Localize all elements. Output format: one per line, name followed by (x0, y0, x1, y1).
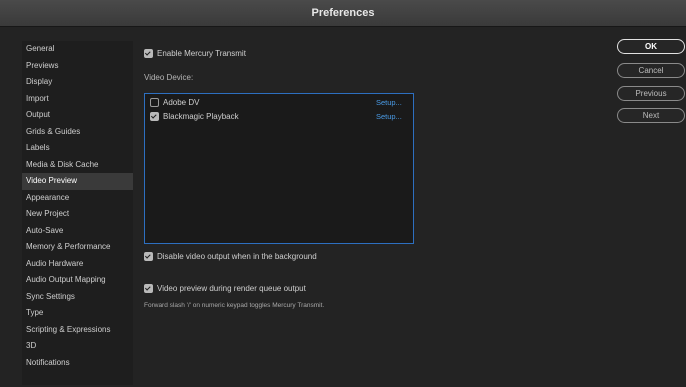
disable-background-checkbox[interactable] (144, 252, 153, 261)
blackmagic-playback-setup-link[interactable]: Setup... (376, 112, 402, 121)
mercury-transmit-note: Forward slash '/' on numeric keypad togg… (144, 302, 325, 309)
next-button[interactable]: Next (617, 108, 685, 123)
sidebar-item-display[interactable]: Display (22, 74, 133, 91)
device-name: Blackmagic Playback (163, 111, 239, 121)
sidebar-item-new-project[interactable]: New Project (22, 206, 133, 223)
render-queue-preview-label: Video preview during render queue output (157, 284, 306, 293)
sidebar-item-auto-save[interactable]: Auto-Save (22, 223, 133, 240)
sidebar-item-audio-hardware[interactable]: Audio Hardware (22, 256, 133, 273)
sidebar-item-previews[interactable]: Previews (22, 58, 133, 75)
video-device-list: Adobe DV Setup... Blackmagic Playback Se… (144, 93, 414, 244)
title-bar: Preferences (0, 0, 686, 27)
device-name: Adobe DV (163, 97, 200, 107)
render-queue-preview-row[interactable]: Video preview during render queue output (144, 284, 306, 293)
sidebar-item-labels[interactable]: Labels (22, 140, 133, 157)
ok-button[interactable]: OK (617, 39, 685, 54)
enable-mercury-transmit-row[interactable]: Enable Mercury Transmit (144, 49, 246, 58)
sidebar-item-video-preview[interactable]: Video Preview (22, 173, 133, 190)
device-row-blackmagic-playback[interactable]: Blackmagic Playback Setup... (145, 109, 413, 123)
sidebar-item-memory-performance[interactable]: Memory & Performance (22, 239, 133, 256)
cancel-button[interactable]: Cancel (617, 63, 685, 78)
disable-background-label: Disable video output when in the backgro… (157, 252, 317, 261)
preferences-sidebar: General Previews Display Import Output G… (22, 41, 133, 385)
video-device-label: Video Device: (144, 73, 194, 82)
device-row-adobe-dv[interactable]: Adobe DV Setup... (145, 95, 413, 109)
previous-button[interactable]: Previous (617, 86, 685, 101)
enable-mercury-transmit-checkbox[interactable] (144, 49, 153, 58)
disable-background-row[interactable]: Disable video output when in the backgro… (144, 252, 317, 261)
preferences-dialog: General Previews Display Import Output G… (0, 27, 686, 387)
adobe-dv-checkbox[interactable] (150, 97, 159, 107)
blackmagic-playback-checkbox[interactable] (150, 111, 159, 121)
sidebar-item-3d[interactable]: 3D (22, 338, 133, 355)
sidebar-item-scripting-expressions[interactable]: Scripting & Expressions (22, 322, 133, 339)
enable-mercury-transmit-label: Enable Mercury Transmit (157, 49, 246, 58)
sidebar-item-output[interactable]: Output (22, 107, 133, 124)
sidebar-item-media-disk-cache[interactable]: Media & Disk Cache (22, 157, 133, 174)
sidebar-item-appearance[interactable]: Appearance (22, 190, 133, 207)
render-queue-preview-checkbox[interactable] (144, 284, 153, 293)
sidebar-item-grids-guides[interactable]: Grids & Guides (22, 124, 133, 141)
window-title: Preferences (311, 7, 375, 19)
sidebar-item-notifications[interactable]: Notifications (22, 355, 133, 372)
sidebar-item-type[interactable]: Type (22, 305, 133, 322)
sidebar-item-sync-settings[interactable]: Sync Settings (22, 289, 133, 306)
adobe-dv-setup-link[interactable]: Setup... (376, 98, 402, 107)
sidebar-item-audio-output-mapping[interactable]: Audio Output Mapping (22, 272, 133, 289)
sidebar-item-import[interactable]: Import (22, 91, 133, 108)
sidebar-item-general[interactable]: General (22, 41, 133, 58)
video-preview-panel: Enable Mercury Transmit Video Device: Ad… (144, 27, 584, 387)
